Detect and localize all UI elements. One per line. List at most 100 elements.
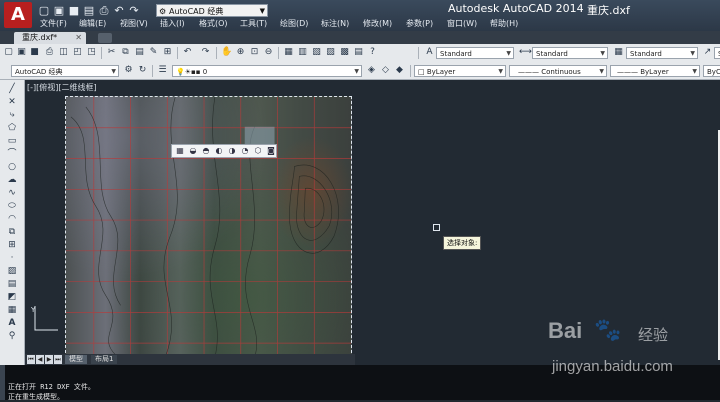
zoom-previous-icon[interactable]: ⊖ [263, 47, 274, 58]
markup-icon[interactable]: ▩ [339, 47, 350, 58]
undo-icon[interactable]: ↶ [113, 5, 125, 17]
open-icon[interactable]: ▣ [16, 47, 27, 58]
layer-state-icon[interactable]: ◆ [394, 65, 405, 76]
refresh-icon[interactable]: ↻ [137, 65, 148, 76]
plotstyle-combo[interactable]: ByC [703, 65, 720, 77]
point-icon[interactable]: · [5, 253, 19, 264]
new-icon[interactable]: ▢ [38, 5, 50, 17]
circle-icon[interactable]: ○ [5, 162, 19, 173]
spline-icon[interactable]: ∿ [5, 188, 19, 199]
ellipse-icon[interactable]: ⬭ [5, 201, 19, 212]
properties-icon[interactable]: ▦ [283, 47, 294, 58]
gradient-icon[interactable]: ▤ [5, 279, 19, 290]
menu-view[interactable]: 视图(V) [120, 18, 148, 29]
match-properties-icon[interactable]: ✎ [148, 47, 159, 58]
construction-line-icon[interactable]: ✕ [5, 97, 19, 108]
front-view-icon[interactable]: ◔ [240, 146, 250, 156]
isometric-view-icon[interactable]: ⬡ [253, 146, 263, 156]
plot-icon[interactable]: ⎙ [98, 5, 110, 17]
previous-tab-icon[interactable]: ◀ [36, 355, 44, 364]
rectangle-icon[interactable]: ▭ [5, 136, 19, 147]
close-icon[interactable]: ✕ [75, 32, 82, 44]
tab-layout1[interactable]: 布局1 [91, 355, 118, 364]
last-tab-icon[interactable]: ⏭ [54, 355, 62, 364]
zoom-realtime-icon[interactable]: ⊕ [235, 47, 246, 58]
cut-icon[interactable]: ✂ [106, 47, 117, 58]
lineweight-combo[interactable]: ——— ByLayer ▼ [610, 65, 700, 77]
publish-icon[interactable]: ◰ [72, 47, 83, 58]
region-icon[interactable]: ◩ [5, 292, 19, 303]
polygon-icon[interactable]: ⬠ [5, 123, 19, 134]
menu-modify[interactable]: 修改(M) [363, 18, 392, 29]
make-current-layer-icon[interactable]: ◈ [366, 65, 377, 76]
table-style-combo[interactable]: Standard ▼ [626, 47, 698, 59]
map-drawing[interactable]: ▦ ◒ ◓ ◐ ◑ ◔ ⬡ ◙ [65, 96, 352, 358]
text-style-combo[interactable]: Standard ▼ [436, 47, 514, 59]
open-icon[interactable]: ▣ [53, 5, 65, 17]
preview-icon[interactable]: ◫ [58, 47, 69, 58]
multileader-style-combo[interactable]: Standard [714, 47, 720, 59]
layer-combo[interactable]: 💡☀▪▪ 0 ▼ [172, 65, 362, 77]
menu-parametric[interactable]: 参数(P) [406, 18, 433, 29]
bottom-view-icon[interactable]: ◓ [201, 146, 211, 156]
workspace-selector[interactable]: ⚙ AutoCAD 经典 ▼ [156, 4, 268, 17]
polyline-icon[interactable]: ⤷ [5, 110, 19, 121]
pan-icon[interactable]: ✋ [221, 47, 232, 58]
ellipse-arc-icon[interactable]: ◠ [5, 214, 19, 225]
revision-cloud-icon[interactable]: ☁ [5, 175, 19, 186]
3d-print-icon[interactable]: ◳ [86, 47, 97, 58]
new-icon[interactable]: ▢ [3, 47, 14, 58]
named-views-icon[interactable]: ▦ [175, 146, 185, 156]
menu-draw[interactable]: 绘图(D) [280, 18, 308, 29]
layer-properties-icon[interactable]: ☰ [157, 65, 168, 76]
menu-format[interactable]: 格式(O) [199, 18, 228, 29]
add-selected-icon[interactable]: ⚲ [5, 331, 19, 342]
workspace-combo[interactable]: AutoCAD 经典 ▼ [11, 65, 119, 77]
save-icon[interactable]: ■ [68, 5, 80, 17]
viewport-controls[interactable]: [-][俯视][二维线框] [27, 82, 97, 93]
sheet-set-icon[interactable]: ▨ [325, 47, 336, 58]
color-combo[interactable]: □ ByLayer ▼ [414, 65, 506, 77]
menu-insert[interactable]: 插入(I) [160, 18, 185, 29]
menu-tools[interactable]: 工具(T) [240, 18, 267, 29]
design-center-icon[interactable]: ▥ [297, 47, 308, 58]
line-icon[interactable]: ╱ [5, 84, 19, 95]
menu-edit[interactable]: 编辑(E) [79, 18, 106, 29]
multiline-text-icon[interactable]: A [5, 318, 19, 329]
tab-model[interactable]: 模型 [65, 355, 87, 364]
menu-window[interactable]: 窗口(W) [447, 18, 477, 29]
zoom-window-icon[interactable]: ⊡ [249, 47, 260, 58]
save-icon[interactable]: ■ [29, 47, 40, 58]
menu-help[interactable]: 帮助(H) [490, 18, 518, 29]
left-view-icon[interactable]: ◐ [214, 146, 224, 156]
insert-block-icon[interactable]: ⧉ [5, 227, 19, 238]
next-tab-icon[interactable]: ▶ [45, 355, 53, 364]
tab-document[interactable]: 重庆.dxf* ✕ [14, 32, 86, 44]
first-tab-icon[interactable]: ⏮ [27, 355, 35, 364]
top-view-icon[interactable]: ◒ [188, 146, 198, 156]
tool-palettes-icon[interactable]: ▧ [311, 47, 322, 58]
linetype-combo[interactable]: ——— Continuous ▼ [509, 65, 607, 77]
redo-icon[interactable]: ↷ [128, 5, 140, 17]
plot-icon[interactable]: ⎙ [44, 47, 55, 58]
menu-file[interactable]: 文件(F) [40, 18, 67, 29]
copy-icon[interactable]: ⧉ [120, 47, 131, 58]
table-icon[interactable]: ▦ [5, 305, 19, 316]
redo-icon[interactable]: ↷ [200, 47, 211, 58]
right-view-icon[interactable]: ◑ [227, 146, 237, 156]
command-line-handle[interactable] [0, 365, 5, 400]
block-editor-icon[interactable]: ⊞ [162, 47, 173, 58]
camera-icon[interactable]: ◙ [266, 146, 276, 156]
undo-icon[interactable]: ↶ [182, 47, 193, 58]
dim-style-combo[interactable]: Standard ▼ [532, 47, 608, 59]
gear-icon[interactable]: ⚙ [123, 65, 134, 76]
layer-previous-icon[interactable]: ◇ [380, 65, 391, 76]
paste-icon[interactable]: ▤ [134, 47, 145, 58]
arc-icon[interactable]: ⌒ [5, 149, 19, 160]
menu-dimension[interactable]: 标注(N) [321, 18, 349, 29]
save-as-icon[interactable]: ▤ [83, 5, 95, 17]
help-icon[interactable]: ? [367, 47, 378, 58]
make-block-icon[interactable]: ⊞ [5, 240, 19, 251]
hatch-icon[interactable]: ▨ [5, 266, 19, 277]
new-tab-button[interactable] [98, 33, 112, 43]
